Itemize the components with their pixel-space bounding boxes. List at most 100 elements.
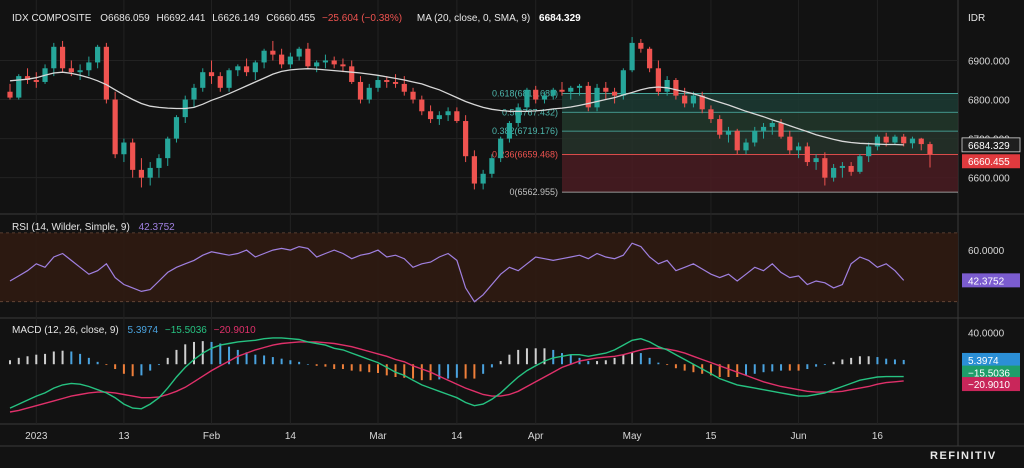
macd-histogram-bar[interactable] [736,364,739,377]
macd-histogram-bar[interactable] [464,364,467,379]
candle-body[interactable] [322,60,329,63]
macd-histogram-bar[interactable] [324,364,327,367]
macd-histogram-bar[interactable] [377,364,379,373]
candle-body[interactable] [436,115,442,120]
macd-histogram-bar[interactable] [263,355,266,365]
macd-histogram-bar[interactable] [350,364,353,371]
macd-histogram-bar[interactable] [482,364,485,374]
macd-histogram-bar[interactable] [219,343,222,365]
macd-histogram-bar[interactable] [797,364,800,371]
candle-body[interactable] [33,80,39,82]
macd-histogram-bar[interactable] [587,361,590,365]
macd-histogram-bar[interactable] [315,364,318,366]
candle-body[interactable] [708,109,714,120]
macd-histogram-bar[interactable] [26,356,29,365]
macd-histogram-bar[interactable] [447,364,450,379]
macd-histogram-bar[interactable] [490,364,493,368]
macd-histogram-bar[interactable] [333,364,336,370]
candle-body[interactable] [918,138,924,145]
macd-histogram-bar[interactable] [692,364,695,373]
macd-histogram-bar[interactable] [727,364,730,377]
macd-histogram-bar[interactable] [850,357,853,365]
macd-histogram-bar[interactable] [341,364,344,370]
macd-histogram-bar[interactable] [105,364,108,366]
macd-histogram-bar[interactable] [184,344,187,365]
macd-histogram-bar[interactable] [596,361,599,365]
macd-histogram-bar[interactable] [613,357,616,365]
candle-body[interactable] [208,72,215,77]
macd-histogram-bar[interactable] [499,361,502,365]
candle-body[interactable] [769,122,775,127]
candle-body[interactable] [427,111,434,120]
candle-body[interactable] [463,121,469,157]
candle-body[interactable] [217,76,223,88]
candle-body[interactable] [305,48,311,67]
macd-histogram-bar[interactable] [683,364,686,371]
macd-histogram-bar[interactable] [841,359,844,365]
candle-body[interactable] [576,85,583,88]
candle-body[interactable] [839,165,845,168]
candle-body[interactable] [541,95,548,100]
candle-body[interactable] [200,72,206,88]
macd-histogram-bar[interactable] [806,364,809,370]
candle-body[interactable] [191,87,197,100]
candle-body[interactable] [243,66,250,73]
macd-histogram-bar[interactable] [17,357,20,365]
macd-histogram-bar[interactable] [455,364,458,378]
candle-body[interactable] [252,62,258,73]
macd-histogram-bar[interactable] [473,364,476,379]
macd-histogram-bar[interactable] [96,361,99,365]
candle-body[interactable] [515,107,521,123]
candle-body[interactable] [603,87,609,92]
macd-histogram-bar[interactable] [114,364,117,370]
candle-body[interactable] [822,158,828,178]
macd-histogram-bar[interactable] [9,360,11,365]
macd-histogram-bar[interactable] [87,357,90,365]
candle-body[interactable] [647,48,653,69]
candle-body[interactable] [314,62,320,67]
candle-body[interactable] [121,142,127,155]
candle-body[interactable] [804,146,810,163]
candle-body[interactable] [68,68,74,73]
macd-histogram-bar[interactable] [131,364,134,377]
macd-histogram-bar[interactable] [534,348,537,365]
candle-body[interactable] [673,80,679,96]
candle-body[interactable] [357,81,364,100]
candle-body[interactable] [384,80,390,82]
macd-histogram-bar[interactable] [280,358,283,365]
macd-histogram-bar[interactable] [175,349,178,365]
candle-body[interactable] [296,48,302,57]
macd-histogram-bar[interactable] [306,364,309,365]
candle-body[interactable] [95,46,101,63]
macd-histogram-bar[interactable] [648,357,651,365]
candle-body[interactable] [743,142,749,151]
macd-histogram-bar[interactable] [271,357,274,365]
candle-body[interactable] [279,54,285,65]
candle-body[interactable] [471,156,477,184]
candle-body[interactable] [156,158,162,168]
candle-body[interactable] [664,80,670,92]
macd-histogram-bar[interactable] [745,364,747,376]
candle-body[interactable] [690,95,697,104]
candle-body[interactable] [927,144,933,155]
candle-body[interactable] [270,50,276,55]
candle-body[interactable] [611,91,618,96]
macd-histogram-bar[interactable] [157,364,160,366]
macd-histogram-bar[interactable] [61,350,64,365]
candle-body[interactable] [813,158,819,163]
candle-body[interactable] [524,89,530,108]
macd-histogram-bar[interactable] [525,348,528,365]
candle-body[interactable] [7,91,13,98]
candle-body[interactable] [848,165,854,172]
candle-body[interactable] [857,156,863,172]
macd-histogram-bar[interactable] [385,364,388,376]
candle-body[interactable] [594,87,600,108]
macd-histogram-bar[interactable] [631,352,634,365]
candle-body[interactable] [77,70,83,73]
macd-histogram-bar[interactable] [289,360,292,365]
chart-canvas[interactable]: 0.618(6815.689)0.5(6767.432)0.382(6719.1… [0,0,1024,468]
candle-body[interactable] [559,89,565,92]
macd-histogram-bar[interactable] [604,360,607,365]
candle-body[interactable] [892,136,898,143]
candle-body[interactable] [620,70,626,96]
